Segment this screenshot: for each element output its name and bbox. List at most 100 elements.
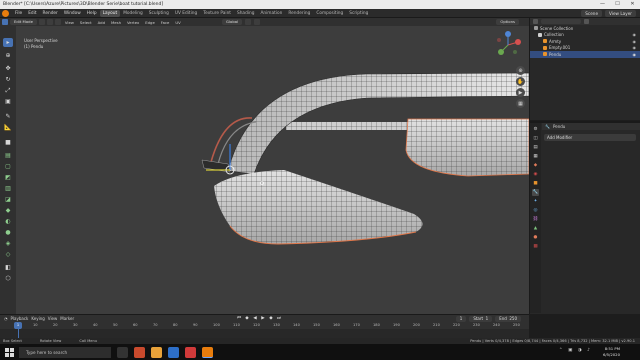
header-menu-mesh[interactable]: Mesh [109, 20, 123, 25]
particles-tab-icon[interactable]: ✦ [532, 198, 539, 205]
outliner-editor-icon[interactable] [533, 19, 538, 24]
data-tab-icon[interactable]: ▲ [532, 225, 539, 232]
physics-tab-icon[interactable]: ◎ [532, 207, 539, 214]
timeline-area[interactable]: 1 10 20 30 40 50 60 70 80 90 100 110 120 130 140 150 16… [0, 322, 529, 338]
visibility-eye-icon[interactable]: ◉ [633, 45, 637, 50]
close-button[interactable]: ✕ [625, 0, 640, 9]
header-menu-edge[interactable]: Edge [143, 20, 157, 25]
workspace-tab-shading[interactable]: Shading [234, 10, 257, 17]
annotate-tool-icon[interactable]: ✎ [3, 112, 13, 121]
menu-window[interactable]: Window [61, 9, 84, 18]
rip-tool-icon[interactable]: ⬡ [3, 274, 13, 283]
smooth-tool-icon[interactable]: ● [3, 228, 13, 237]
bevel-tool-icon[interactable]: ◩ [3, 173, 13, 182]
transform-tool-icon[interactable]: ▣ [3, 97, 13, 106]
scene-selector[interactable]: Scene [581, 10, 603, 17]
constraints-tab-icon[interactable]: ⛓ [532, 216, 539, 223]
texture-tab-icon[interactable]: ▩ [532, 243, 539, 250]
timeline-editor-icon[interactable]: ◔ [4, 316, 8, 321]
select-box-tool-icon[interactable]: ▸ [3, 38, 13, 47]
world-tab-icon[interactable]: ◉ [532, 171, 539, 178]
mesh-render[interactable] [16, 26, 529, 314]
windows-start-icon[interactable] [5, 347, 14, 357]
workspace-tab-compositing[interactable]: Compositing [313, 10, 346, 17]
workspace-tab-layout[interactable]: Layout [99, 9, 121, 17]
timeline-menu-view[interactable]: View [48, 316, 58, 321]
menu-edit[interactable]: Edit [25, 9, 39, 18]
edge-slide-tool-icon[interactable]: ◈ [3, 239, 13, 248]
system-tray-icons[interactable]: ⌃ ▣ ◑ ♪ [559, 348, 592, 353]
menu-file[interactable]: File [12, 9, 25, 18]
object-tab-icon[interactable]: ■ [532, 180, 539, 187]
inset-tool-icon[interactable]: ▢ [3, 162, 13, 171]
extrude-tool-icon[interactable]: ▤ [3, 151, 13, 160]
workspace-tab-modeling[interactable]: Modeling [120, 10, 146, 17]
shrink-fatten-tool-icon[interactable]: ◇ [3, 250, 13, 259]
vertex-select-icon[interactable] [38, 19, 45, 25]
visibility-eye-icon[interactable]: ◉ [633, 52, 637, 57]
pan-hand-icon[interactable]: ✋ [516, 77, 525, 86]
taskbar-clock[interactable]: 8:51 PM 6/5/2020 [603, 346, 620, 357]
app-icon-edge[interactable] [168, 346, 179, 358]
minimize-button[interactable]: — [595, 0, 610, 9]
workspace-tab-rendering[interactable]: Rendering [285, 10, 313, 17]
header-menu-view[interactable]: View [63, 20, 76, 25]
navigation-gizmo[interactable] [493, 30, 523, 60]
workspace-tab-scripting[interactable]: Scripting [346, 10, 371, 17]
camera-view-icon[interactable]: ▶ [516, 88, 525, 97]
outliner-row-pendu[interactable]: Pendu ◉ [530, 51, 640, 58]
perspective-toggle-icon[interactable]: ▦ [516, 99, 525, 108]
timeline-menu-keying[interactable]: Keying [31, 316, 44, 321]
knife-tool-icon[interactable]: ◪ [3, 195, 13, 204]
snap-icon[interactable] [245, 19, 252, 25]
header-menu-select[interactable]: Select [78, 20, 94, 25]
transform-orientation-selector[interactable]: Global [222, 19, 243, 25]
modifier-tab-icon[interactable]: 🔧 [532, 189, 539, 196]
workspace-tab-sculpting[interactable]: Sculpting [146, 10, 172, 17]
blender-logo-icon[interactable] [2, 9, 9, 17]
measure-tool-icon[interactable]: 📐 [3, 123, 13, 132]
material-tab-icon[interactable]: ● [532, 234, 539, 241]
timeline-menu-marker[interactable]: Marker [60, 316, 74, 321]
blender-taskbar-icon[interactable] [202, 346, 213, 358]
add-modifier-dropdown[interactable]: Add Modifier [544, 134, 636, 141]
output-tab-icon[interactable]: ▤ [532, 144, 539, 151]
filter-icon[interactable] [584, 19, 589, 24]
3d-viewport[interactable]: User Perspective (1) Pendu ⊕ ✋ ▶ ▦ [16, 26, 529, 314]
rotate-tool-icon[interactable]: ↻ [3, 75, 13, 84]
tool-tab-icon[interactable]: ⚙ [532, 126, 539, 133]
edge-select-icon[interactable] [46, 19, 53, 25]
timeline-ruler[interactable]: 1 10 20 30 40 50 60 70 80 90 100 110 120 130 140 150 16… [0, 322, 529, 329]
render-tab-icon[interactable]: ◫ [532, 135, 539, 142]
header-menu-add[interactable]: Add [96, 20, 107, 25]
options-menu[interactable]: Options [496, 19, 519, 25]
workspace-tab-texture-paint[interactable]: Texture Paint [200, 10, 234, 17]
timeline-menu-playback[interactable]: Playback [11, 316, 29, 321]
app-icon-red[interactable] [185, 346, 196, 358]
scene-tab-icon[interactable]: ◆ [532, 162, 539, 169]
taskbar-search-box[interactable]: Type here to search [19, 346, 111, 358]
proportional-edit-icon[interactable] [254, 19, 261, 25]
face-select-icon[interactable] [54, 19, 61, 25]
shear-tool-icon[interactable]: ◧ [3, 263, 13, 272]
task-view-icon[interactable] [117, 346, 128, 358]
header-menu-uv[interactable]: UV [173, 20, 182, 25]
loop-cut-tool-icon[interactable]: ▥ [3, 184, 13, 193]
app-icon-office[interactable] [134, 346, 145, 358]
header-menu-vertex[interactable]: Vertex [125, 20, 141, 25]
add-cube-tool-icon[interactable]: ■ [3, 138, 13, 147]
visibility-eye-icon[interactable]: ◉ [633, 32, 637, 37]
scale-tool-icon[interactable]: ⤢ [3, 86, 13, 95]
spin-tool-icon[interactable]: ◐ [3, 217, 13, 226]
view-layer-selector[interactable]: View Layer [605, 10, 636, 17]
menu-render[interactable]: Render [40, 9, 61, 18]
maximize-button[interactable]: ☐ [610, 0, 625, 9]
outliner-search-input[interactable] [541, 19, 581, 24]
move-tool-icon[interactable]: ✥ [3, 64, 13, 73]
poly-build-tool-icon[interactable]: ◆ [3, 206, 13, 215]
view-layer-tab-icon[interactable]: ▦ [532, 153, 539, 160]
workspace-tab-uv-editing[interactable]: UV Editing [172, 10, 200, 17]
file-explorer-icon[interactable] [151, 346, 162, 358]
visibility-eye-icon[interactable]: ◉ [633, 39, 637, 44]
header-menu-face[interactable]: Face [159, 20, 172, 25]
